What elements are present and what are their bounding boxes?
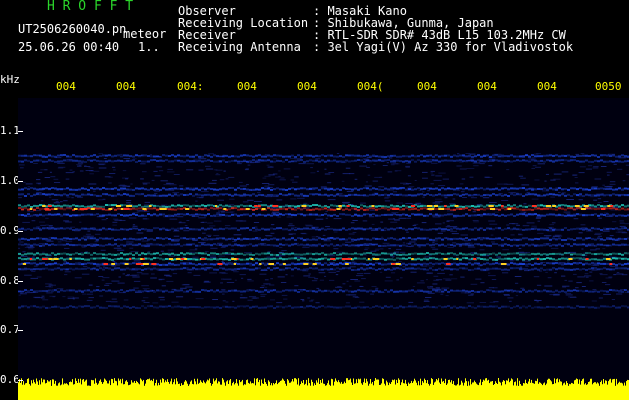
x-tick-label: 004 [417,80,437,93]
x-tick-label: 004 [237,80,257,93]
x-tick-label: 004( [357,80,384,93]
x-tick-label: 004 [297,80,317,93]
x-tick-label: 004 [56,80,76,93]
timestamp-extra: 1.. [138,40,160,54]
timestamp: 25.06.26 00:40 [18,40,120,54]
label-antenna: Receiving Antenna [178,40,301,54]
hrofft-window: H R O F F T UT2506260040.pn meteor 25.06… [0,0,629,400]
file-name: UT2506260040.pn [18,22,127,36]
x-tick-label: 004 [477,80,497,93]
x-tick-label: 004 [116,80,136,93]
y-axis-unit: kHz [0,73,20,86]
x-tick-label: 004: [177,80,204,93]
y-tick-label: 0.9 [0,224,20,237]
spectrogram [18,98,629,400]
y-tick-label: 0.7 [0,323,20,336]
y-tick-label: 0.6 [0,373,20,386]
y-tick-label: 1.0 [0,174,20,187]
x-tick-label: 004 [537,80,557,93]
y-tick-label: 0.8 [0,274,20,287]
detection-type: meteor [123,27,167,41]
y-tick-label: 1.1 [0,124,20,137]
app-name: H R O F F T [47,0,134,14]
value-antenna: : 3el Yagi(V) Az 330 for Vladivostok [313,40,574,54]
x-tick-label: 0050 [595,80,622,93]
plot-background [18,98,629,400]
